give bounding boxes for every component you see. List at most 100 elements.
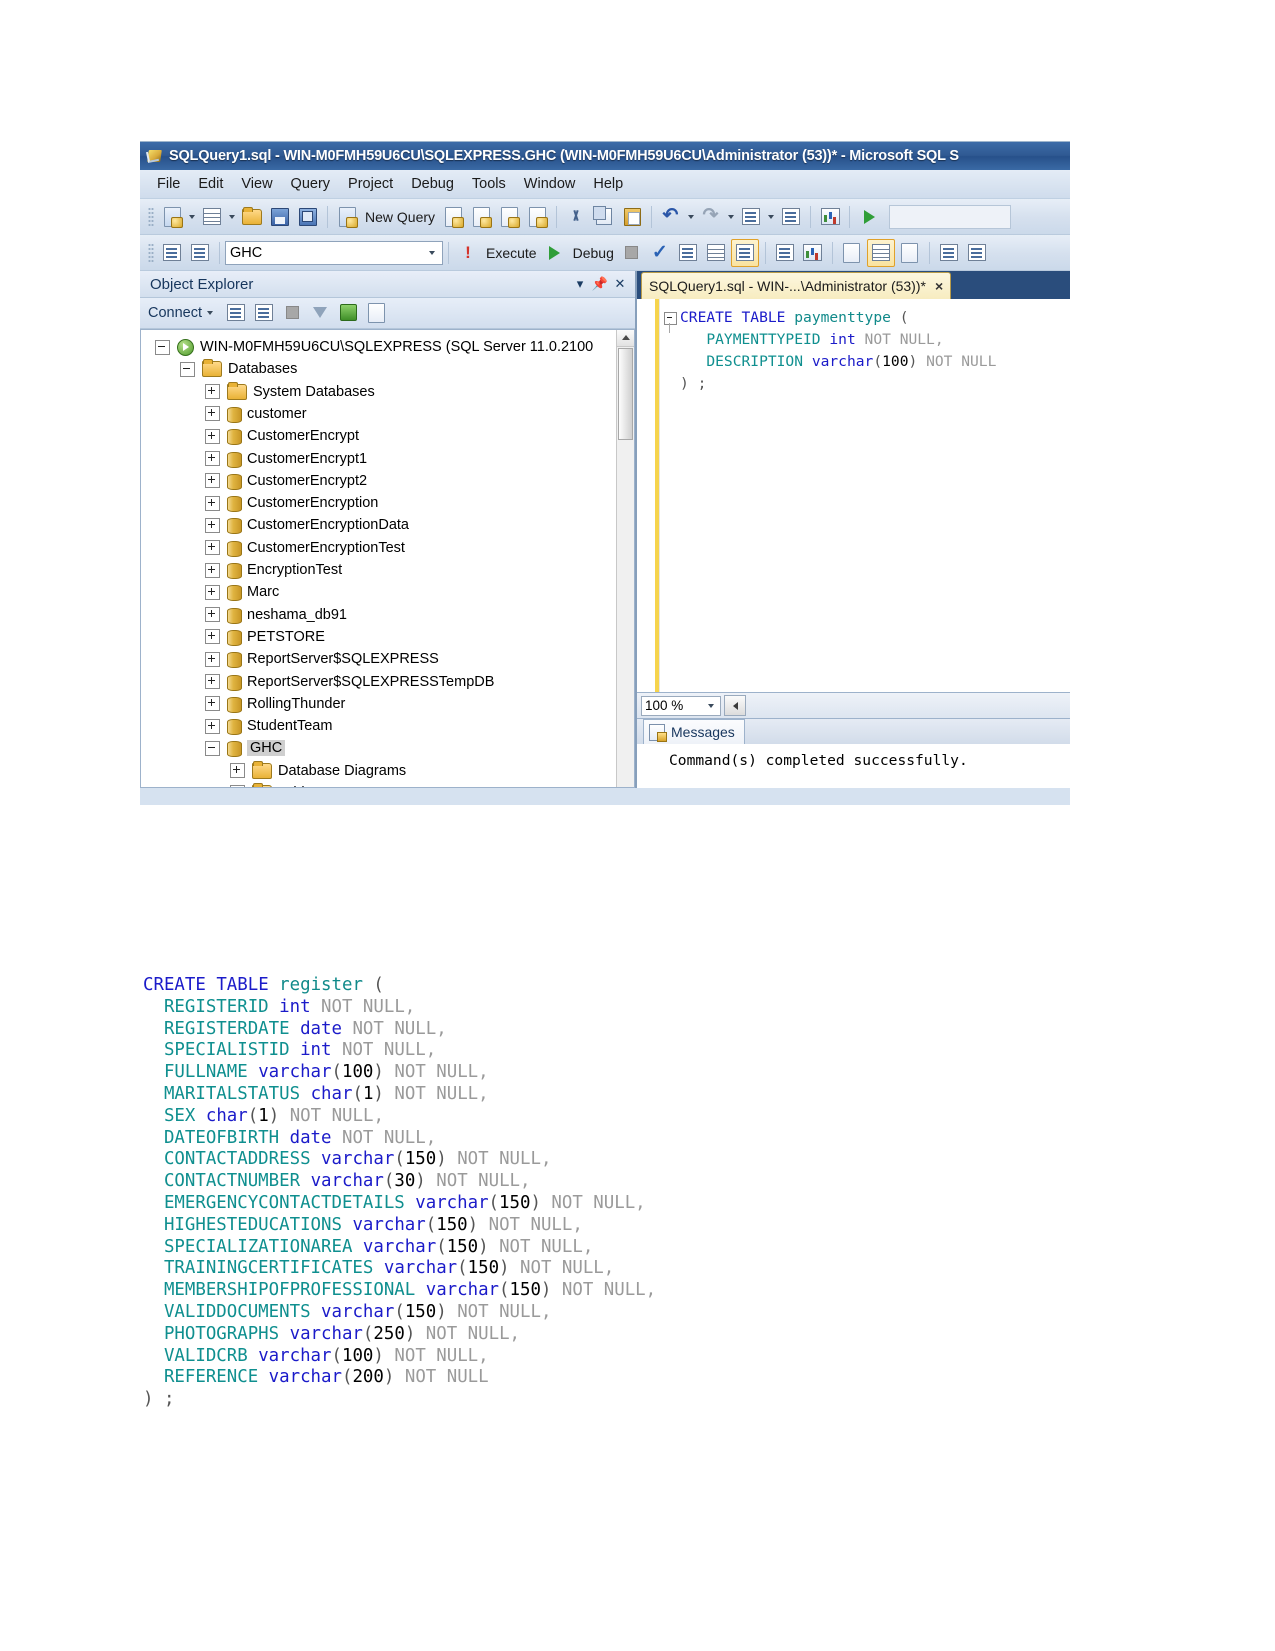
scroll-up-arrow-icon[interactable] <box>617 329 634 347</box>
menu-query[interactable]: Query <box>282 173 340 195</box>
filter-icon[interactable] <box>307 300 333 326</box>
tree-node[interactable]: ReportServer$SQLEXPRESS <box>141 648 616 670</box>
chevron-down-icon[interactable] <box>708 703 714 708</box>
tree-node[interactable]: neshama_db91 <box>141 603 616 625</box>
menu-edit[interactable]: Edit <box>189 173 232 195</box>
chevron-down-icon[interactable] <box>429 250 435 255</box>
tree-node[interactable]: Databases <box>141 358 616 380</box>
navigate-backward-dropdown-icon[interactable] <box>768 214 775 219</box>
copy-icon[interactable] <box>591 204 617 230</box>
open-folder-icon[interactable] <box>239 204 265 230</box>
undo-icon[interactable] <box>658 204 684 230</box>
redo-icon[interactable] <box>698 204 724 230</box>
tree-node[interactable]: GHC <box>141 737 616 759</box>
collapse-icon[interactable] <box>205 740 220 756</box>
connect-icon[interactable] <box>159 240 185 266</box>
tree-node[interactable]: CustomerEncrypt2 <box>141 470 616 492</box>
connect-object-explorer-icon[interactable] <box>223 300 249 326</box>
results-to-grid-icon[interactable] <box>839 240 865 266</box>
close-icon[interactable]: ✕ <box>611 276 629 292</box>
tree-node[interactable]: Database Diagrams <box>141 760 616 782</box>
collapse-region-icon[interactable] <box>664 312 677 325</box>
query-options-icon[interactable] <box>703 240 729 266</box>
chevron-down-icon[interactable]: ▾ <box>571 276 589 292</box>
navigate-backward-icon[interactable] <box>738 204 764 230</box>
display-estimated-plan-icon[interactable] <box>675 240 701 266</box>
include-client-statistics-icon[interactable] <box>800 240 826 266</box>
redo-dropdown-icon[interactable] <box>728 214 735 219</box>
expand-icon[interactable] <box>205 540 220 556</box>
toolbar-grip[interactable] <box>148 206 154 227</box>
expand-icon[interactable] <box>205 406 220 422</box>
disconnect-object-explorer-icon[interactable] <box>251 300 277 326</box>
chart-icon[interactable] <box>817 204 843 230</box>
expand-icon[interactable] <box>205 428 220 444</box>
sql-code-editor[interactable]: CREATE TABLE paymenttype ( PAYMENTTYPEID… <box>637 299 1070 692</box>
tree-node[interactable]: customer <box>141 403 616 425</box>
menu-debug[interactable]: Debug <box>402 173 463 195</box>
editor-code-text[interactable]: CREATE TABLE paymenttype ( PAYMENTTYPEID… <box>660 299 1070 692</box>
expand-icon[interactable] <box>205 674 220 689</box>
object-explorer-scrollbar[interactable] <box>616 329 634 787</box>
new-project-icon[interactable] <box>199 204 225 230</box>
new-db-engine-query-icon[interactable] <box>440 204 466 230</box>
tree-node[interactable]: EncryptionTest <box>141 559 616 581</box>
debug-button[interactable]: Debug <box>569 240 618 266</box>
tab-messages[interactable]: Messages <box>643 719 745 744</box>
expand-icon[interactable] <box>205 651 220 667</box>
stop-icon[interactable] <box>279 300 305 326</box>
tree-node[interactable]: System Databases <box>141 381 616 403</box>
scrollbar-thumb[interactable] <box>618 347 633 440</box>
uncomment-icon[interactable] <box>964 240 990 266</box>
expand-icon[interactable] <box>205 384 220 400</box>
results-options-icon[interactable] <box>897 240 923 266</box>
horizontal-scroll-left-arrow-icon[interactable] <box>724 695 746 716</box>
run-arrow-icon[interactable] <box>542 240 568 266</box>
expand-icon[interactable] <box>205 629 220 645</box>
comment-icon[interactable] <box>936 240 962 266</box>
close-icon[interactable]: × <box>935 278 943 294</box>
new-query-icon[interactable] <box>334 204 360 230</box>
script-error-icon[interactable] <box>363 300 389 326</box>
menu-project[interactable]: Project <box>339 173 402 195</box>
expand-icon[interactable] <box>205 607 220 623</box>
new-analysis-xmla-query-icon[interactable] <box>524 204 550 230</box>
connect-button[interactable]: Connect <box>148 305 216 321</box>
tree-node[interactable]: CustomerEncryption <box>141 492 616 514</box>
expand-icon[interactable] <box>205 584 220 600</box>
new-item-icon[interactable] <box>159 204 185 230</box>
pin-icon[interactable]: 📌 <box>591 276 609 292</box>
new-analysis-mdx-query-icon[interactable] <box>468 204 494 230</box>
expand-icon[interactable] <box>205 562 220 578</box>
new-project-dropdown-icon[interactable] <box>229 214 235 219</box>
tree-node[interactable]: ReportServer$SQLEXPRESSTempDB <box>141 670 616 692</box>
paste-icon[interactable] <box>619 204 645 230</box>
parse-check-icon[interactable]: ✓ <box>647 240 673 266</box>
stop-icon[interactable] <box>619 240 645 266</box>
expand-icon[interactable] <box>205 473 220 489</box>
save-all-icon[interactable] <box>295 204 321 230</box>
run-icon[interactable] <box>856 204 882 230</box>
tree-node[interactable]: WIN-M0FMH59U6CU\SQLEXPRESS (SQL Server 1… <box>141 336 616 358</box>
tree-node[interactable]: PETSTORE <box>141 626 616 648</box>
expand-icon[interactable] <box>205 696 220 712</box>
expand-icon[interactable] <box>205 451 220 467</box>
collapse-icon[interactable] <box>180 361 195 377</box>
new-analysis-dmx-query-icon[interactable] <box>496 204 522 230</box>
tree-node[interactable]: Tables <box>141 782 616 787</box>
chevron-down-icon[interactable] <box>207 310 214 315</box>
execute-bang-icon[interactable]: ! <box>455 240 481 266</box>
tab-sqlquery1[interactable]: SQLQuery1.sql - WIN-...\Administrator (5… <box>641 272 952 299</box>
tree-node[interactable]: Marc <box>141 581 616 603</box>
undo-dropdown-icon[interactable] <box>688 214 695 219</box>
cut-icon[interactable] <box>563 204 589 230</box>
refresh-icon[interactable] <box>335 300 361 326</box>
tree-node[interactable]: RollingThunder <box>141 693 616 715</box>
collapse-icon[interactable] <box>230 785 245 787</box>
tree-node[interactable]: CustomerEncrypt1 <box>141 447 616 469</box>
collapse-icon[interactable] <box>155 339 170 355</box>
new-item-dropdown-icon[interactable] <box>189 214 195 219</box>
results-to-file-icon[interactable] <box>866 238 895 267</box>
results-to-text-icon[interactable] <box>730 238 759 267</box>
toolbar-combo[interactable] <box>889 204 1012 229</box>
